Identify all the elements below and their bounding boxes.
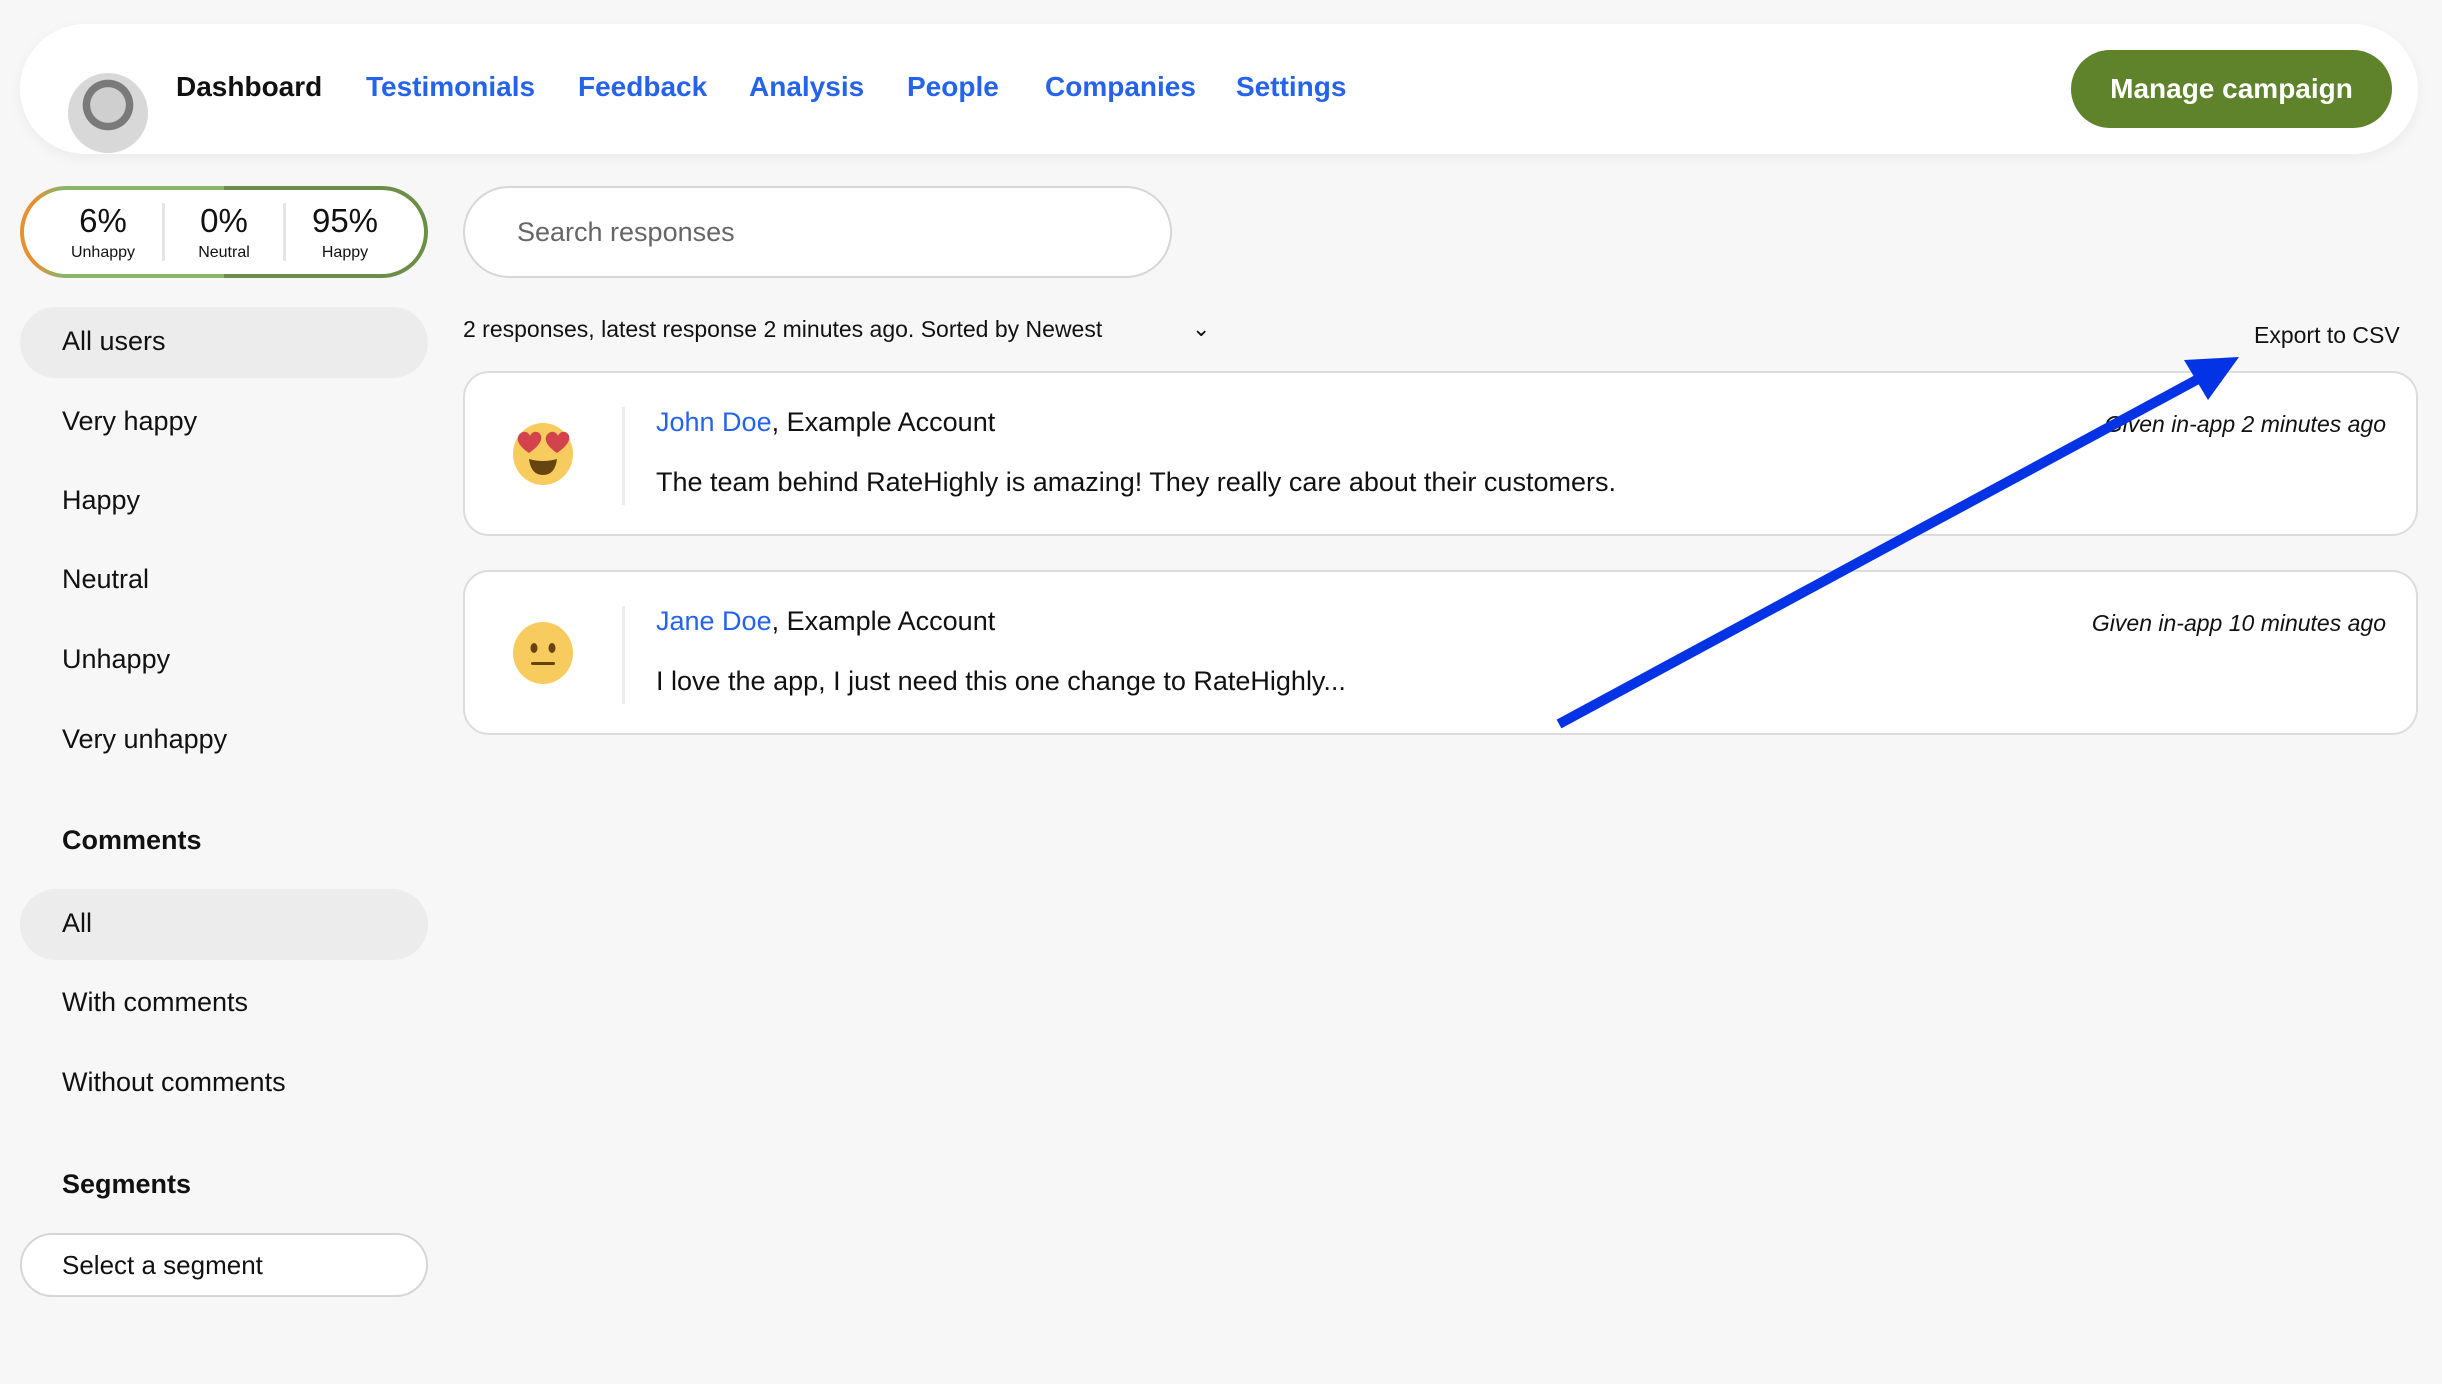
stat-happy: 95% Happy — [290, 202, 400, 262]
filter-very-happy[interactable]: Very happy — [62, 406, 197, 437]
stat-value: 0% — [200, 202, 248, 239]
search-input[interactable] — [463, 186, 1172, 278]
stat-neutral: 0% Neutral — [169, 202, 279, 262]
respondent-name-link[interactable]: John Doe — [656, 407, 772, 437]
comments-without[interactable]: Without comments — [62, 1067, 286, 1098]
filter-happy[interactable]: Happy — [62, 485, 140, 516]
nav-testimonials[interactable]: Testimonials — [366, 71, 535, 103]
filter-neutral[interactable]: Neutral — [62, 564, 149, 595]
nav-analysis[interactable]: Analysis — [749, 71, 864, 103]
respondent: Jane Doe, Example Account — [656, 606, 995, 637]
response-summary: 2 responses, latest response 2 minutes a… — [463, 316, 1103, 342]
stat-label: Neutral — [198, 244, 250, 261]
manage-campaign-button[interactable]: Manage campaign — [2071, 50, 2392, 128]
comments-heading: Comments — [62, 825, 202, 855]
segment-select-label: Select a segment — [62, 1249, 263, 1280]
segment-select[interactable]: Select a segment — [20, 1233, 428, 1297]
response-text: I love the app, I just need this one cha… — [656, 666, 1346, 696]
response-time: Given in-app 10 minutes ago — [2091, 610, 2386, 636]
response-card: Jane Doe, Example Account I love the app… — [463, 570, 2418, 735]
respondent: John Doe, Example Account — [656, 407, 995, 438]
divider — [622, 606, 625, 704]
nav-settings[interactable]: Settings — [1236, 71, 1346, 103]
stat-value: 6% — [79, 202, 127, 239]
filter-all-users[interactable]: All users — [62, 326, 166, 357]
response-card: John Doe, Example Account The team behin… — [463, 371, 2418, 536]
stat-label: Unhappy — [70, 244, 136, 261]
response-text: The team behind RateHighly is amazing! T… — [656, 467, 1616, 497]
chevron-down-icon[interactable]: ⌄ — [1192, 316, 1210, 342]
respondent-name-link[interactable]: Jane Doe — [656, 606, 772, 636]
avatar[interactable] — [68, 73, 148, 153]
stat-value: 95% — [311, 202, 379, 239]
segments-heading: Segments — [62, 1169, 192, 1199]
nav-companies[interactable]: Companies — [1045, 71, 1196, 103]
nav-dashboard[interactable]: Dashboard — [176, 71, 322, 103]
export-csv-link[interactable]: Export to CSV — [2254, 322, 2400, 349]
respondent-account: , Example Account — [771, 606, 996, 636]
filter-unhappy[interactable]: Unhappy — [62, 644, 170, 675]
divider — [162, 203, 165, 261]
nav-people[interactable]: People — [907, 71, 999, 103]
respondent-account: , Example Account — [771, 407, 996, 437]
neutral-face-emoji-icon — [513, 622, 573, 684]
sentiment-stats: 6% Unhappy 0% Neutral 95% Happy — [20, 186, 428, 278]
stat-label: Happy — [321, 244, 369, 261]
heart-eyes-emoji-icon — [513, 423, 573, 485]
comments-all[interactable]: All — [62, 908, 92, 939]
nav-feedback[interactable]: Feedback — [578, 71, 707, 103]
divider — [622, 407, 625, 505]
divider — [283, 203, 286, 261]
response-time: Given in-app 2 minutes ago — [2104, 411, 2386, 437]
filter-very-unhappy[interactable]: Very unhappy — [62, 724, 227, 755]
stat-unhappy: 6% Unhappy — [48, 202, 158, 262]
comments-with[interactable]: With comments — [62, 987, 248, 1018]
